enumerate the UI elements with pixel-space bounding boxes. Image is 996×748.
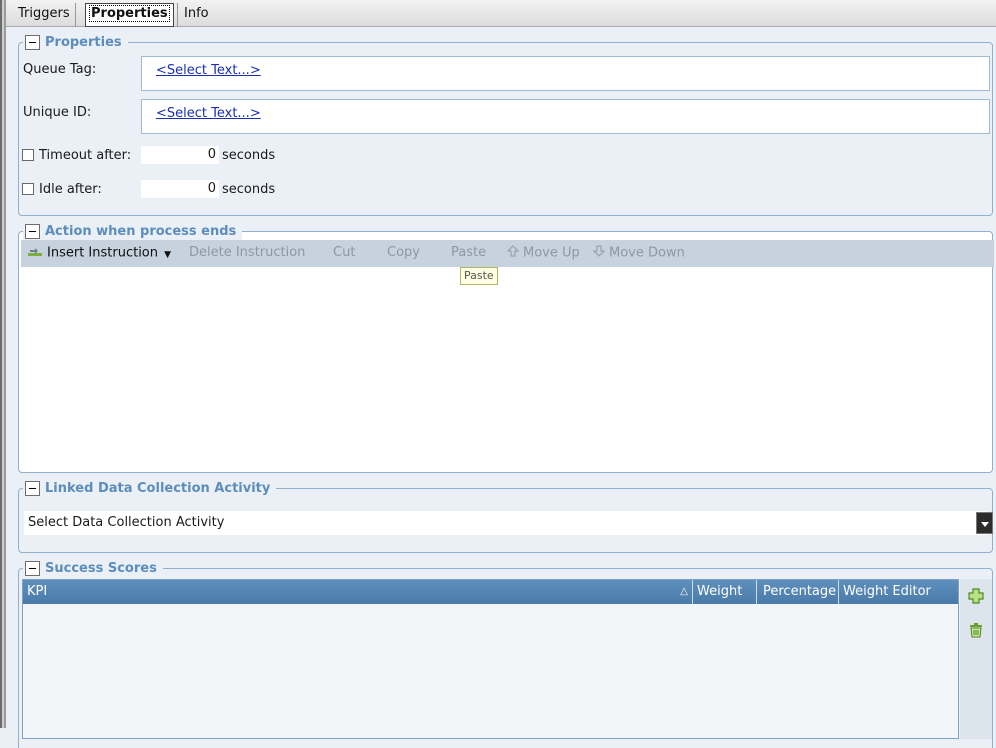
add-icon[interactable] [967, 587, 985, 605]
queue-tag-select-link[interactable]: <Select Text...> [156, 63, 261, 78]
kpi-grid: KPI △ Weight Percentage Weight Editor [22, 579, 959, 739]
insert-instruction-label: Insert Instruction [47, 245, 158, 261]
tab-properties-label: Properties [89, 5, 170, 22]
move-up-label: Move Up [523, 245, 580, 261]
dropdown-arrow-icon[interactable] [976, 512, 993, 534]
tab-bar: Triggers Properties Info [6, 0, 996, 27]
paste-tooltip: Paste [460, 267, 498, 285]
column-kpi[interactable]: KPI △ [23, 580, 693, 604]
idle-input[interactable]: 0 [141, 180, 219, 198]
action-title: Action when process ends [45, 223, 237, 239]
collapse-linked-button[interactable] [25, 480, 40, 496]
arrow-up-icon [506, 245, 520, 261]
copy-button[interactable]: Copy [387, 245, 420, 260]
idle-checkbox[interactable] [22, 183, 34, 195]
idle-label: Idle after: [39, 182, 102, 197]
success-scores-group: Success Scores KPI △ Weight Percentage W… [18, 559, 993, 748]
column-weight-editor[interactable]: Weight Editor [839, 580, 958, 604]
move-up-button[interactable]: Move Up [506, 245, 580, 261]
column-weight[interactable]: Weight [693, 580, 757, 604]
scores-legend: Success Scores [23, 559, 163, 577]
unique-id-field[interactable]: <Select Text...> [141, 99, 990, 134]
collapse-properties-button[interactable] [25, 34, 40, 50]
collapse-action-button[interactable] [25, 223, 40, 239]
unique-id-label: Unique ID: [23, 105, 92, 120]
linked-activity-group: Linked Data Collection Activity Select D… [18, 479, 993, 553]
scores-title: Success Scores [45, 560, 157, 576]
window-left-border [0, 0, 6, 728]
insert-instruction-button[interactable]: Insert Instruction ▼ [27, 245, 171, 261]
move-down-button[interactable]: Move Down [592, 245, 685, 261]
queue-tag-field[interactable]: <Select Text...> [141, 56, 990, 91]
action-legend: Action when process ends [23, 222, 243, 240]
properties-legend: Properties [23, 33, 128, 51]
sort-ascending-icon: △ [680, 586, 688, 597]
paste-button[interactable]: Paste [451, 245, 486, 260]
timeout-label: Timeout after: [39, 148, 132, 163]
cut-button[interactable]: Cut [333, 245, 355, 260]
properties-title: Properties [45, 34, 122, 50]
tab-info[interactable]: Info [177, 3, 214, 27]
kpi-side-toolbar [960, 579, 992, 739]
linked-title: Linked Data Collection Activity [45, 480, 271, 496]
timeout-unit: seconds [222, 148, 276, 163]
arrow-down-icon [592, 245, 606, 261]
action-group: Action when process ends Insert Instruct… [18, 222, 994, 473]
tab-triggers[interactable]: Triggers [13, 3, 76, 27]
timeout-checkbox[interactable] [22, 149, 34, 161]
idle-unit: seconds [222, 182, 276, 197]
trash-icon[interactable] [967, 621, 985, 639]
tab-properties[interactable]: Properties [85, 3, 174, 27]
column-percentage[interactable]: Percentage [759, 580, 839, 604]
timeout-input[interactable]: 0 [141, 146, 219, 164]
insert-instruction-icon [27, 245, 43, 261]
unique-id-select-link[interactable]: <Select Text...> [156, 106, 261, 121]
data-collection-select[interactable]: Select Data Collection Activity [24, 511, 993, 535]
instruction-toolbar: Insert Instruction ▼ Delete Instruction … [21, 240, 994, 267]
collapse-scores-button[interactable] [25, 560, 40, 576]
linked-legend: Linked Data Collection Activity [23, 479, 277, 497]
queue-tag-label: Queue Tag: [23, 62, 97, 77]
delete-instruction-button[interactable]: Delete Instruction [189, 245, 305, 260]
column-kpi-label: KPI [27, 584, 48, 599]
kpi-grid-header: KPI △ Weight Percentage Weight Editor [23, 580, 958, 604]
move-down-label: Move Down [609, 245, 685, 261]
data-collection-select-value: Select Data Collection Activity [28, 515, 225, 530]
properties-group: Properties Queue Tag: <Select Text...> U… [18, 33, 993, 216]
chevron-down-icon: ▼ [164, 249, 172, 260]
